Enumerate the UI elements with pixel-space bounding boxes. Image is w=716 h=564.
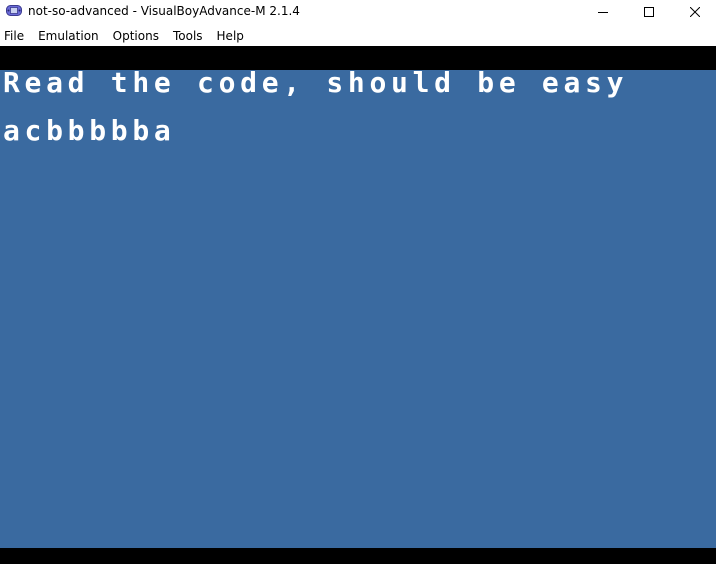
minimize-button[interactable]: [580, 0, 626, 24]
close-button[interactable]: [672, 0, 716, 24]
minimize-icon: [598, 12, 608, 13]
title-bar[interactable]: not-so-advanced - VisualBoyAdvance-M 2.1…: [0, 0, 716, 24]
maximize-button[interactable]: [626, 0, 672, 24]
menu-help[interactable]: Help: [210, 26, 251, 46]
close-icon: [690, 7, 700, 17]
game-display: Read the code, should be easy acbbbbba: [0, 70, 716, 548]
game-text-line-2: acbbbbba: [3, 114, 176, 147]
gameboy-advance-icon: [6, 5, 22, 16]
emulator-screen[interactable]: Read the code, should be easy acbbbbba: [0, 46, 716, 564]
menu-tools[interactable]: Tools: [166, 26, 210, 46]
window-title: not-so-advanced - VisualBoyAdvance-M 2.1…: [28, 4, 300, 18]
menu-bar: File Emulation Options Tools Help: [0, 26, 716, 46]
game-text-line-1: Read the code, should be easy: [3, 70, 629, 99]
menu-file[interactable]: File: [0, 26, 31, 46]
maximize-icon: [644, 7, 654, 17]
app-window: not-so-advanced - VisualBoyAdvance-M 2.1…: [0, 0, 716, 564]
menu-emulation[interactable]: Emulation: [31, 26, 106, 46]
menu-options[interactable]: Options: [106, 26, 166, 46]
